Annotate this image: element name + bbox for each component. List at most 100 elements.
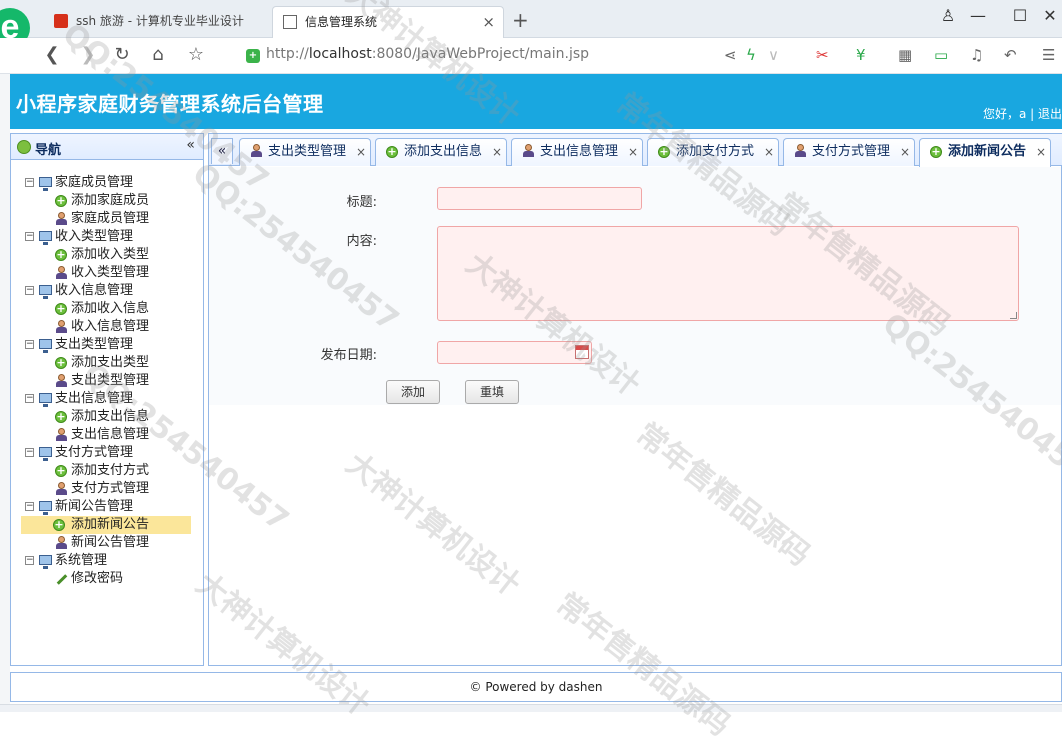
- tree-toggle-icon[interactable]: −: [25, 502, 34, 511]
- tree-group[interactable]: − 支出信息管理: [23, 390, 191, 408]
- tree-group[interactable]: − 支付方式管理: [23, 444, 191, 462]
- back-icon[interactable]: ❮: [40, 44, 64, 65]
- computer-folder-icon: [39, 501, 52, 515]
- tree-group-label: 支付方式管理: [55, 445, 134, 460]
- tree-toggle-icon[interactable]: −: [25, 178, 34, 187]
- share-icon[interactable]: ⋖: [724, 46, 737, 64]
- sidebar-item[interactable]: + 添加收入信息: [23, 300, 191, 318]
- content-tab-label: 添加新闻公告: [948, 144, 1027, 159]
- sidebar-item[interactable]: 支付方式管理: [23, 480, 191, 498]
- sidebar-item[interactable]: + 添加新闻公告: [21, 516, 191, 534]
- calendar-icon[interactable]: [575, 345, 589, 359]
- sidebar-item[interactable]: + 添加支付方式: [23, 462, 191, 480]
- browser-tab-title: ssh 旅游 - 计算机专业毕业设计: [76, 14, 244, 28]
- date-label: 发布日期:: [320, 348, 377, 363]
- sidebar-item[interactable]: 新闻公告管理: [23, 534, 191, 552]
- tree-group[interactable]: − 系统管理: [23, 552, 191, 570]
- content-panel: « 支出类型管理 × + 添加支出信息 × 支出信息管理 × + 添加支付方式 × 支付方式管理 × +…: [208, 133, 1062, 666]
- close-tab-icon[interactable]: ×: [482, 7, 495, 37]
- add-news-form: 标题: 内容: 发布日期: 添加 重填: [209, 167, 1061, 405]
- content-tab-label: 添加支出信息: [404, 144, 483, 159]
- scissors-icon[interactable]: ✂: [816, 46, 829, 64]
- tree-toggle-icon[interactable]: −: [25, 286, 34, 295]
- tree-toggle-icon[interactable]: −: [25, 556, 34, 565]
- tree-group-label: 家庭成员管理: [55, 175, 134, 190]
- content-tab[interactable]: 支付方式管理 ×: [783, 138, 915, 166]
- add-icon: +: [386, 145, 398, 158]
- headphones-icon[interactable]: ♫: [970, 46, 983, 64]
- sidebar-item[interactable]: 家庭成员管理: [23, 210, 191, 228]
- tree-group[interactable]: − 支出类型管理: [23, 336, 191, 354]
- star-icon[interactable]: ☆: [184, 44, 208, 65]
- user-icon: [56, 536, 67, 550]
- tree-toggle-icon[interactable]: −: [25, 448, 34, 457]
- tree-toggle-icon[interactable]: −: [25, 232, 34, 241]
- tree-group[interactable]: − 新闻公告管理: [23, 498, 191, 516]
- content-textarea[interactable]: [437, 226, 1019, 321]
- reset-button[interactable]: 重填: [465, 380, 519, 404]
- close-tab-icon[interactable]: ×: [356, 139, 366, 165]
- close-tab-icon[interactable]: ×: [900, 139, 910, 165]
- tree-toggle-icon[interactable]: −: [25, 394, 34, 403]
- reload-icon[interactable]: ↻: [110, 44, 134, 65]
- menu-icon[interactable]: ☰: [1042, 46, 1055, 64]
- close-tab-icon[interactable]: ×: [628, 139, 638, 165]
- tree-group[interactable]: − 家庭成员管理: [23, 174, 191, 192]
- tree-group-label: 支出信息管理: [55, 391, 134, 406]
- content-tab[interactable]: + 添加支出信息 ×: [375, 138, 507, 166]
- undo-icon[interactable]: ↶: [1004, 46, 1017, 64]
- footer: © Powered by dashen: [10, 672, 1062, 702]
- sidebar-item[interactable]: 修改密码: [23, 570, 191, 588]
- tree-toggle-icon[interactable]: −: [25, 340, 34, 349]
- coin-icon[interactable]: ¥: [856, 46, 866, 64]
- tab-scroll-left-icon[interactable]: «: [211, 138, 233, 164]
- minimize-icon[interactable]: —: [966, 6, 990, 25]
- dropdown-icon[interactable]: ∨: [768, 46, 779, 64]
- sidebar-item[interactable]: + 添加支出类型: [23, 354, 191, 372]
- content-tab[interactable]: + 添加支付方式 ×: [647, 138, 779, 166]
- greeting-logout[interactable]: 您好，a | 退出: [983, 105, 1062, 122]
- sidebar-item[interactable]: 收入类型管理: [23, 264, 191, 282]
- close-tab-icon[interactable]: ×: [764, 139, 774, 165]
- home-icon[interactable]: ⌂: [146, 44, 170, 65]
- content-tab[interactable]: + 添加新闻公告 ×: [919, 138, 1051, 167]
- user-icon: [56, 266, 67, 280]
- title-input[interactable]: [437, 187, 642, 210]
- add-button[interactable]: 添加: [386, 380, 440, 404]
- collapse-sidebar-icon[interactable]: «: [186, 137, 195, 153]
- shirt-skin-icon[interactable]: ♙: [936, 6, 960, 25]
- sidebar-item[interactable]: 收入信息管理: [23, 318, 191, 336]
- sidebar-item-label: 支出信息管理: [71, 427, 150, 442]
- battery-icon[interactable]: ▭: [934, 46, 948, 64]
- add-icon: +: [55, 302, 67, 315]
- lightning-icon[interactable]: ϟ: [746, 46, 756, 64]
- navigation-icon: [17, 140, 31, 154]
- resize-handle-icon[interactable]: [1010, 312, 1017, 319]
- user-icon: [523, 144, 534, 158]
- sidebar-item[interactable]: 支出信息管理: [23, 426, 191, 444]
- close-tab-icon[interactable]: ×: [492, 139, 502, 165]
- sidebar-item[interactable]: + 添加家庭成员: [23, 192, 191, 210]
- sidebar-item[interactable]: + 添加收入类型: [23, 246, 191, 264]
- sidebar-item[interactable]: + 添加支出信息: [23, 408, 191, 426]
- browser-tab-2[interactable]: 信息管理系统 ×: [272, 6, 504, 38]
- close-window-icon[interactable]: ✕: [1038, 6, 1062, 25]
- close-tab-icon[interactable]: ×: [1036, 139, 1046, 165]
- sidebar-item[interactable]: 支出类型管理: [23, 372, 191, 390]
- date-input[interactable]: [437, 341, 592, 364]
- browser-tab-1[interactable]: ssh 旅游 - 计算机专业毕业设计: [44, 6, 270, 38]
- url-field[interactable]: + http://localhost:8080/JavaWebProject/m…: [236, 43, 712, 69]
- maximize-icon[interactable]: ☐: [1008, 6, 1032, 25]
- apps-grid-icon[interactable]: ▦: [898, 46, 912, 64]
- url-text: http://localhost:8080/JavaWebProject/mai…: [266, 46, 589, 62]
- tree-group[interactable]: − 收入信息管理: [23, 282, 191, 300]
- computer-folder-icon: [39, 231, 52, 245]
- new-tab-icon[interactable]: +: [512, 8, 529, 32]
- left-edge-strip: [0, 74, 10, 704]
- tree-group[interactable]: − 收入类型管理: [23, 228, 191, 246]
- sidebar-item-label: 家庭成员管理: [71, 211, 150, 226]
- nav-tree: − 家庭成员管理 + 添加家庭成员 家庭成员管理 − 收入类型管理 + 添加收入类型 收入类型管理…: [21, 174, 191, 588]
- forward-icon[interactable]: ❯: [76, 44, 100, 65]
- content-tab[interactable]: 支出信息管理 ×: [511, 138, 643, 166]
- content-tab[interactable]: 支出类型管理 ×: [239, 138, 371, 166]
